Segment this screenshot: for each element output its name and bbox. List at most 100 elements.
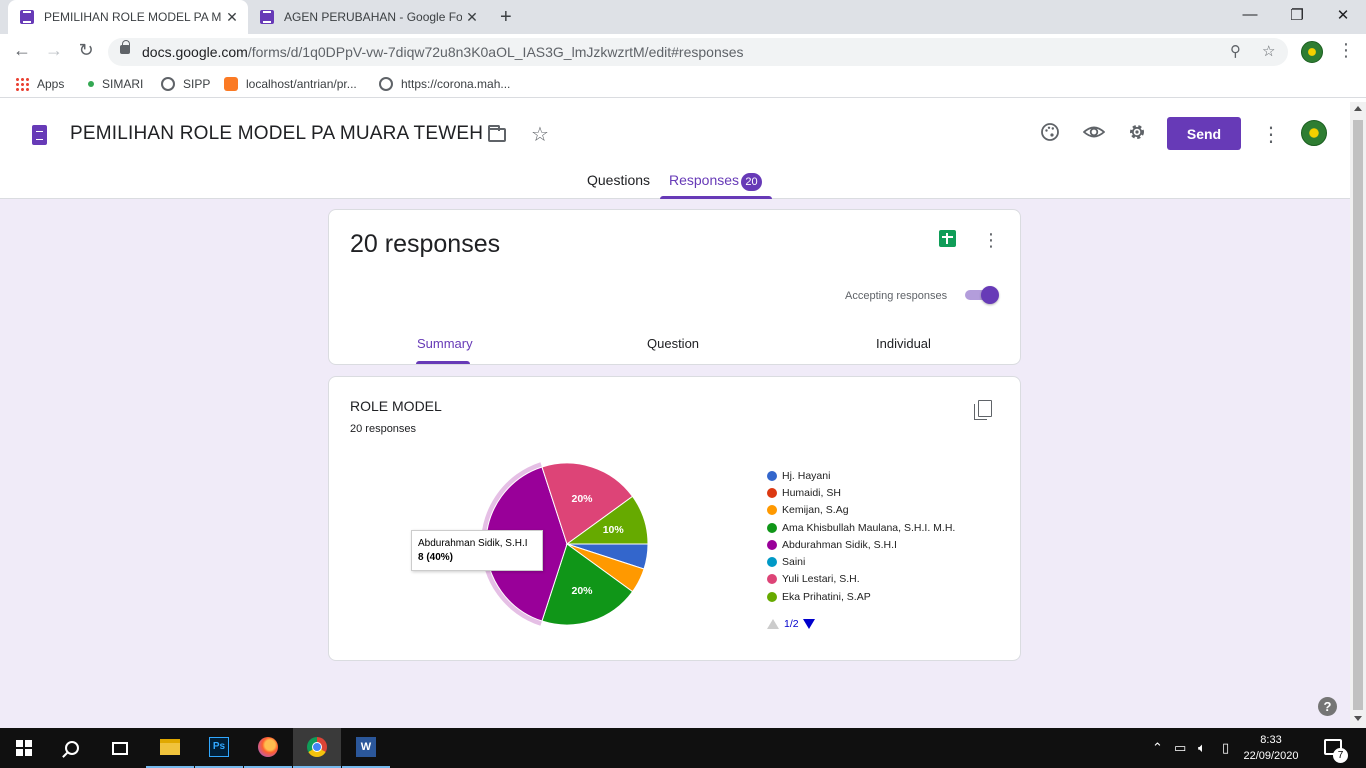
legend-item[interactable]: Abdurahman Sidik, S.H.I xyxy=(767,536,955,553)
copy-chart-icon[interactable] xyxy=(974,400,992,420)
tooltip-label: Abdurahman Sidik, S.H.I xyxy=(418,538,528,549)
bookmark-label: SIMARI xyxy=(102,77,144,91)
legend-color-swatch xyxy=(767,591,777,602)
legend-item[interactable]: Hj. Hayani xyxy=(767,467,955,484)
star-icon[interactable]: ☆ xyxy=(528,122,552,147)
google-forms-favicon-icon xyxy=(260,10,274,24)
taskbar-clock[interactable]: 8:33 22/09/2020 xyxy=(1240,732,1302,764)
new-tab-button[interactable]: + xyxy=(500,7,512,27)
volume-icon[interactable]: 🔈︎ xyxy=(1198,740,1206,756)
bookmark-star-icon[interactable]: ☆ xyxy=(1262,42,1275,60)
legend-color-swatch xyxy=(767,470,777,481)
preview-eye-icon[interactable] xyxy=(1082,122,1106,148)
taskbar-firefox[interactable] xyxy=(244,728,292,768)
legend-item[interactable]: Eka Prihatini, S.AP xyxy=(767,588,955,605)
create-spreadsheet-icon[interactable] xyxy=(939,230,956,247)
tab-question[interactable]: Question xyxy=(647,336,699,351)
clock-date: 22/09/2020 xyxy=(1243,750,1299,762)
tab-individual[interactable]: Individual xyxy=(876,336,931,351)
globe-icon xyxy=(379,77,393,91)
more-options-icon[interactable]: ⋮ xyxy=(1259,122,1283,147)
palette-icon[interactable] xyxy=(1038,122,1062,148)
summary-tab-indicator xyxy=(416,361,470,364)
legend-item[interactable]: Kemijan, S.Ag xyxy=(767,502,955,519)
bookmarks-bar: Apps SIMARI SIPP localhost/antrian/pr...… xyxy=(0,70,1366,98)
account-avatar[interactable] xyxy=(1301,120,1327,146)
responses-more-icon[interactable]: ⋮ xyxy=(981,231,1001,249)
lock-icon xyxy=(120,40,130,54)
legend-color-swatch xyxy=(767,539,777,550)
legend-label: Saini xyxy=(782,556,806,569)
legend-prev-icon[interactable] xyxy=(767,619,779,629)
responses-count-badge: 20 xyxy=(741,173,762,191)
network-icon[interactable]: ▯ xyxy=(1222,740,1229,756)
forward-icon[interactable]: → xyxy=(42,40,66,61)
browser-profile-avatar[interactable] xyxy=(1301,41,1323,63)
task-view-button[interactable] xyxy=(96,728,144,768)
bookmark-label: https://corona.mah... xyxy=(401,77,511,91)
globe-icon xyxy=(161,77,175,91)
legend-color-swatch xyxy=(767,522,777,533)
bookmark-localhost[interactable]: localhost/antrian/pr... xyxy=(224,77,357,91)
legend-next-icon[interactable] xyxy=(802,619,815,629)
scroll-down-icon[interactable] xyxy=(1354,716,1362,721)
tab-responses[interactable]: Responses xyxy=(669,172,739,188)
page-scrollbar[interactable] xyxy=(1350,102,1366,728)
legend-label: Yuli Lestari, S.H. xyxy=(782,573,860,586)
folder-icon[interactable] xyxy=(488,125,506,142)
browser-menu-icon[interactable]: ⋮ xyxy=(1334,40,1358,61)
search-icon xyxy=(65,741,79,755)
tab-questions[interactable]: Questions xyxy=(587,172,650,188)
browser-tab-forms[interactable]: PEMILIHAN ROLE MODEL PA MU ✕ xyxy=(8,0,248,34)
legend-item[interactable]: Yuli Lestari, S.H. xyxy=(767,571,955,588)
address-bar[interactable]: docs.google.com/forms/d/1q0DPpV-vw-7diqw… xyxy=(108,38,1288,66)
minimize-window-icon[interactable]: — xyxy=(1240,6,1260,23)
url-domain: docs.google.com xyxy=(142,44,248,60)
legend-item[interactable]: Saini xyxy=(767,553,955,570)
legend-item[interactable]: Humaidi, SH xyxy=(767,484,955,501)
zoom-icon[interactable]: ⚲ xyxy=(1230,42,1241,60)
google-forms-logo-icon[interactable] xyxy=(32,125,47,145)
accepting-responses-toggle[interactable] xyxy=(965,286,999,304)
taskbar-chrome[interactable] xyxy=(293,728,341,768)
back-icon[interactable]: ← xyxy=(10,40,34,61)
bookmark-simari[interactable]: SIMARI xyxy=(84,77,143,91)
legend-color-swatch xyxy=(767,574,777,585)
start-button[interactable] xyxy=(0,728,48,768)
show-hidden-icons-chevron-icon[interactable]: ⌃ xyxy=(1152,740,1163,756)
reload-icon[interactable]: ↻ xyxy=(74,40,98,61)
scroll-up-icon[interactable] xyxy=(1354,106,1362,111)
question-responses-count: 20 responses xyxy=(350,423,417,435)
tab-summary[interactable]: Summary xyxy=(417,336,473,351)
responses-count-title: 20 responses xyxy=(350,230,501,258)
taskbar-search-button[interactable] xyxy=(48,728,96,768)
google-forms-favicon-icon xyxy=(20,10,34,24)
accepting-responses-label: Accepting responses xyxy=(845,290,948,302)
url-path: /forms/d/1q0DPpV-vw-7diqw72u8n3K0aOL_IAS… xyxy=(247,44,744,60)
form-title[interactable]: PEMILIHAN ROLE MODEL PA MUARA TEWEH xyxy=(70,123,483,145)
restore-window-icon[interactable]: ❐ xyxy=(1287,6,1307,24)
legend-label: Abdurahman Sidik, S.H.I xyxy=(782,538,897,551)
close-window-icon[interactable]: ✕ xyxy=(1333,6,1353,24)
browser-tab-agen[interactable]: AGEN PERUBAHAN - Google For ✕ xyxy=(248,0,488,34)
xampp-icon xyxy=(224,77,238,91)
bookmark-apps[interactable]: Apps xyxy=(15,77,64,91)
battery-icon[interactable]: ▭ xyxy=(1174,740,1186,756)
bookmark-sipp[interactable]: SIPP xyxy=(161,77,210,91)
legend-item[interactable]: Ama Khisbullah Maulana, S.H.I. M.H. xyxy=(767,519,955,536)
help-icon[interactable]: ? xyxy=(1318,697,1337,716)
close-tab-icon[interactable]: ✕ xyxy=(222,9,242,26)
close-tab-icon[interactable]: ✕ xyxy=(462,9,482,26)
taskbar-photoshop[interactable]: Ps xyxy=(195,728,243,768)
bookmark-label: SIPP xyxy=(183,77,211,91)
bookmark-corona[interactable]: https://corona.mah... xyxy=(379,77,510,91)
settings-gear-icon[interactable] xyxy=(1125,122,1149,148)
send-button[interactable]: Send xyxy=(1167,117,1241,150)
task-view-icon xyxy=(112,741,128,755)
question-title: ROLE MODEL xyxy=(350,398,442,414)
taskbar-file-explorer[interactable] xyxy=(146,728,194,768)
scrollbar-thumb[interactable] xyxy=(1353,120,1363,710)
apps-grid-icon xyxy=(15,77,29,91)
bookmark-label: localhost/antrian/pr... xyxy=(246,77,357,91)
taskbar-word[interactable]: W xyxy=(342,728,390,768)
